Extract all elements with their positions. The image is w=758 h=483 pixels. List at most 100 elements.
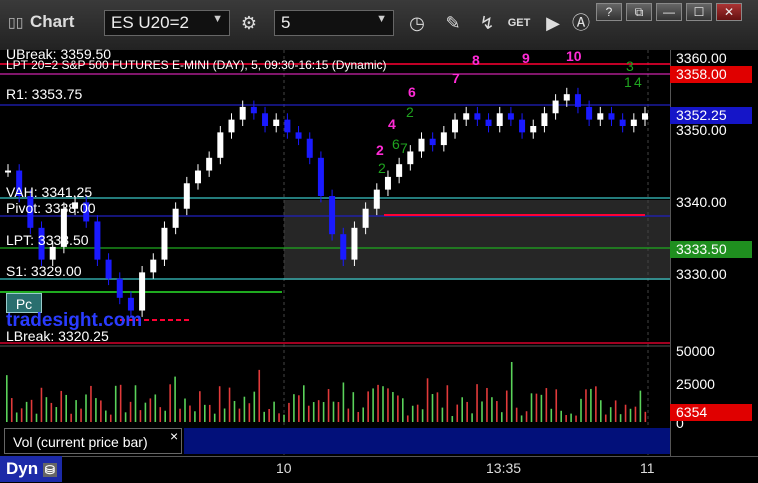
volume-bar — [159, 407, 162, 422]
pin-icon[interactable]: ⧉ — [626, 3, 652, 21]
lock-icon[interactable]: ⛁ — [42, 463, 57, 477]
volume-bar — [149, 398, 152, 422]
volume-bar — [10, 398, 13, 422]
volume-bar — [624, 404, 627, 422]
volume-bar — [253, 391, 256, 422]
candle — [407, 151, 414, 165]
candle — [239, 106, 246, 120]
volume-bar — [481, 401, 483, 422]
volume-bar — [243, 396, 246, 422]
volume-bar — [298, 395, 300, 422]
candle — [206, 157, 213, 171]
price-box-lpt: 3333.50 — [670, 241, 752, 258]
volume-bar — [570, 413, 572, 422]
candle — [116, 278, 123, 298]
settings-icon[interactable]: ⚙ — [236, 10, 262, 36]
clock-icon[interactable]: ◷ — [404, 10, 430, 36]
volume-bar — [555, 389, 558, 422]
candle — [262, 113, 269, 126]
volume-bar — [402, 398, 404, 422]
volume-bar — [604, 414, 607, 422]
toolbar: ▯▯ Chart ES U20=2 ▼ ⚙ 5 ▼ ◷ ✎ ↯ GET ▶ Ⓐ … — [0, 0, 758, 51]
volume-bar — [109, 414, 112, 422]
candle — [284, 119, 291, 133]
restore-icon[interactable]: ? — [596, 3, 622, 21]
volume-bar — [411, 405, 414, 422]
candle — [105, 259, 112, 279]
volume-bar — [80, 408, 82, 422]
count-green-7: 7 — [400, 140, 408, 156]
volume-bar — [278, 413, 280, 422]
volume-bar — [634, 406, 637, 422]
volume-bar — [510, 362, 513, 422]
window-title: Chart — [30, 12, 75, 31]
volume-bar — [372, 388, 374, 422]
maximize-icon[interactable]: ☐ — [686, 3, 712, 21]
candle — [519, 119, 526, 133]
marker-4: 4 — [388, 116, 396, 132]
axis-tick-3330: 3330.00 — [676, 266, 727, 282]
alert-icon[interactable]: Ⓐ — [568, 10, 594, 36]
axis-tick-3350: 3350.00 — [676, 122, 727, 138]
price-chart[interactable] — [0, 50, 670, 458]
volume-bar — [65, 394, 67, 422]
candle — [552, 100, 559, 114]
close-indicator-icon[interactable]: × — [170, 428, 178, 444]
candle — [630, 119, 637, 126]
chevron-down-icon: ▼ — [212, 13, 223, 25]
candle — [139, 272, 146, 311]
interval-select[interactable]: 5 ▼ — [274, 10, 394, 36]
volume-indicator-header[interactable]: Vol (current price bar) — [4, 428, 182, 454]
axis-tick-3360: 3360.00 — [676, 50, 727, 66]
volume-bar — [585, 389, 587, 422]
minimize-icon[interactable]: — — [656, 3, 682, 21]
volume-bar — [233, 400, 236, 422]
volume-bar — [15, 412, 18, 422]
candle — [619, 119, 626, 126]
volume-bar — [397, 395, 399, 422]
volume-bar — [45, 397, 48, 422]
volume-bar — [362, 407, 364, 422]
marker-9: 9 — [522, 50, 530, 66]
candle — [295, 132, 302, 139]
candle — [541, 113, 548, 126]
volume-bar — [154, 394, 157, 422]
volume-bar — [223, 408, 226, 422]
volume-bar — [505, 390, 508, 422]
play-icon[interactable]: ▶ — [540, 10, 566, 36]
volume-bar — [471, 413, 473, 422]
pencil-icon[interactable]: ✎ — [440, 10, 466, 36]
volume-bar — [105, 410, 107, 422]
volume-bar — [540, 394, 543, 422]
volume-bar — [293, 394, 295, 422]
get-icon[interactable]: GET — [506, 10, 532, 36]
volume-bar — [268, 408, 270, 422]
volume-indicator-panel — [184, 428, 670, 454]
candle — [273, 119, 280, 126]
candle — [351, 227, 358, 260]
indicator-icon[interactable]: ↯ — [474, 10, 500, 36]
volume-bar — [406, 415, 409, 422]
watermark-text: tradesight.com — [6, 310, 143, 331]
candle — [161, 227, 168, 260]
volume-bar — [337, 402, 340, 422]
volume-bar — [545, 388, 548, 422]
volume-bar — [60, 390, 63, 422]
level-label-lpt: LPT: 3333.50 — [6, 232, 89, 248]
candle — [183, 183, 190, 209]
close-icon[interactable]: ✕ — [716, 3, 742, 21]
symbol-select[interactable]: ES U20=2 ▼ — [104, 10, 230, 36]
candle — [485, 119, 492, 126]
volume-bar — [357, 411, 360, 422]
candle — [586, 106, 593, 120]
level-label-r1: R1: 3353.75 — [6, 86, 83, 102]
volume-bar — [228, 387, 231, 422]
marker-10: 10 — [566, 48, 582, 64]
volume-bar — [352, 392, 355, 422]
volume-bar — [30, 399, 33, 422]
dyn-button[interactable]: Dyn ⛁ — [0, 456, 62, 482]
drag-handle-icon[interactable]: ▯▯ — [8, 14, 23, 31]
candle — [396, 164, 403, 177]
candle — [306, 138, 313, 158]
volume-bar — [535, 393, 538, 422]
